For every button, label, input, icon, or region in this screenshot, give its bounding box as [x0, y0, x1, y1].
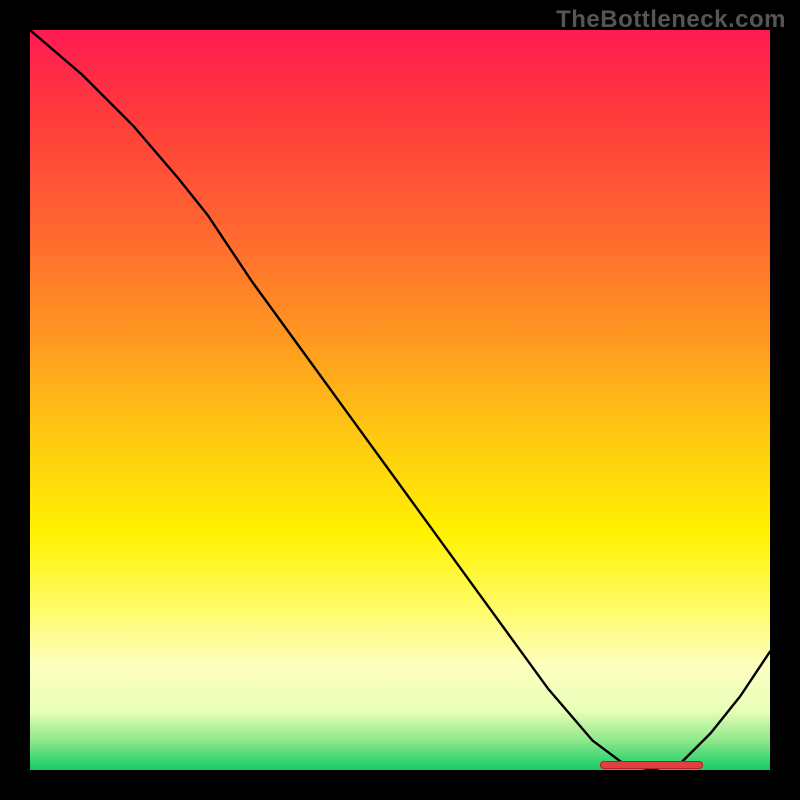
bottleneck-curve: [30, 30, 770, 770]
plot-area: [30, 30, 770, 770]
curve-layer: [30, 30, 770, 770]
chart-frame: TheBottleneck.com: [0, 0, 800, 800]
optimal-range-marker: [600, 761, 704, 769]
